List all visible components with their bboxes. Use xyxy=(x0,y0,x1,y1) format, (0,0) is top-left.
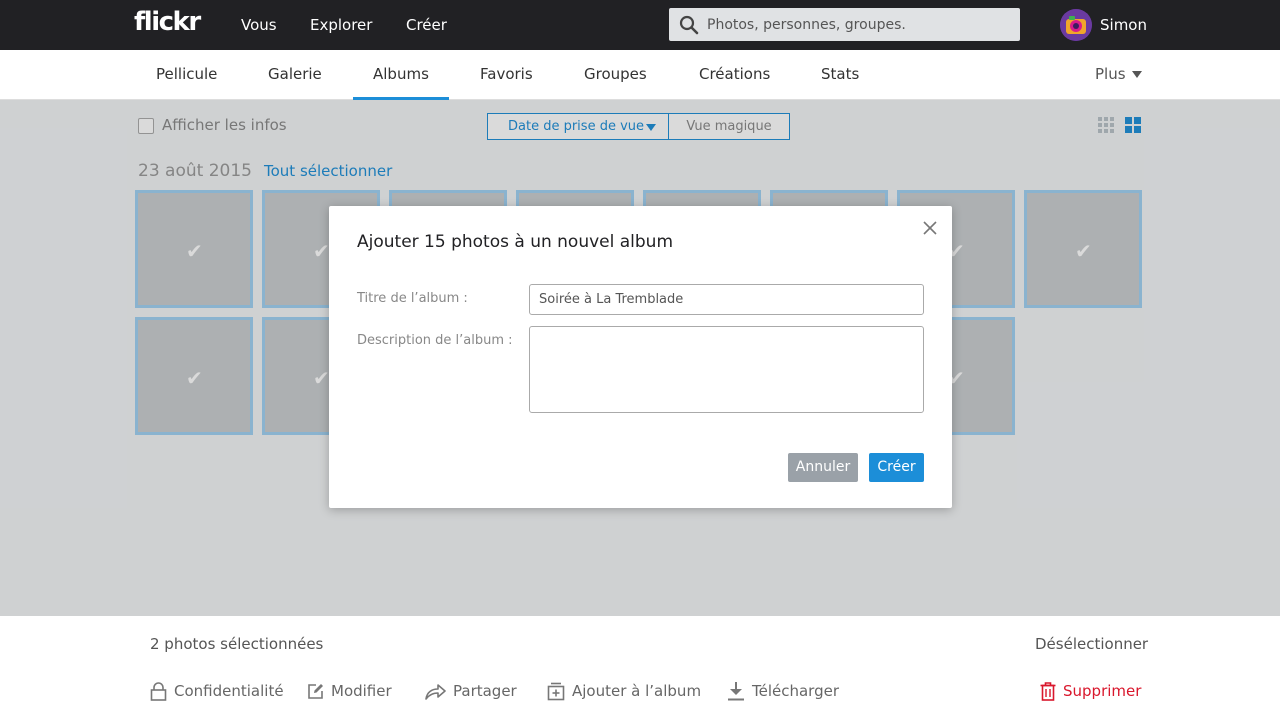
deselect-link[interactable]: Désélectionner xyxy=(1035,635,1148,653)
download-button[interactable]: Télécharger xyxy=(727,680,839,702)
flickr-logo[interactable]: flickr xyxy=(134,7,201,37)
add-to-album-button[interactable]: Ajouter à l’album xyxy=(547,680,701,702)
search-box[interactable] xyxy=(669,8,1020,41)
create-button[interactable]: Créer xyxy=(869,453,924,482)
search-icon xyxy=(679,15,699,35)
download-label: Télécharger xyxy=(752,682,840,700)
search-input[interactable] xyxy=(707,8,1012,41)
privacy-button[interactable]: Confidentialité xyxy=(150,680,284,702)
more-menu[interactable]: Plus xyxy=(1095,50,1142,99)
add-to-album-label: Ajouter à l’album xyxy=(572,682,702,700)
album-description-input[interactable] xyxy=(529,326,924,413)
tab-albums[interactable]: Albums xyxy=(353,50,449,100)
lock-icon xyxy=(150,681,167,701)
new-album-dialog: Ajouter 15 photos à un nouvel album Titr… xyxy=(329,206,952,508)
share-button[interactable]: Partager xyxy=(424,680,517,702)
caret-down-icon xyxy=(1131,71,1142,78)
delete-button[interactable]: Supprimer xyxy=(1040,680,1141,702)
close-icon[interactable] xyxy=(921,219,939,237)
share-label: Partager xyxy=(453,682,517,700)
dialog-title: Ajouter 15 photos à un nouvel album xyxy=(357,232,674,252)
trash-icon xyxy=(1040,681,1056,701)
nav-explorer[interactable]: Explorer xyxy=(310,0,372,50)
album-title-input[interactable] xyxy=(529,284,924,315)
more-label: Plus xyxy=(1095,65,1126,83)
privacy-label: Confidentialité xyxy=(174,682,284,700)
edit-icon xyxy=(308,683,323,699)
edit-label: Modifier xyxy=(331,682,392,700)
nav-vous[interactable]: Vous xyxy=(241,0,277,50)
delete-label: Supprimer xyxy=(1063,682,1142,700)
avatar[interactable] xyxy=(1060,9,1092,41)
tab-galerie[interactable]: Galerie xyxy=(268,50,322,100)
tab-creations[interactable]: Créations xyxy=(699,50,770,100)
tab-favoris[interactable]: Favoris xyxy=(480,50,533,100)
download-icon xyxy=(728,682,744,701)
edit-button[interactable]: Modifier xyxy=(307,680,392,702)
camera-avatar-icon xyxy=(1060,9,1092,41)
tab-pellicule[interactable]: Pellicule xyxy=(156,50,217,100)
tab-stats[interactable]: Stats xyxy=(821,50,859,100)
profile-subnav: Pellicule Galerie Albums Favoris Groupes… xyxy=(0,50,1280,100)
album-title-label: Titre de l’album : xyxy=(357,291,468,306)
user-name[interactable]: Simon xyxy=(1100,0,1147,50)
album-add-icon xyxy=(547,682,565,700)
share-icon xyxy=(425,684,446,700)
album-description-label: Description de l’album : xyxy=(357,333,513,348)
nav-creer[interactable]: Créer xyxy=(406,0,447,50)
cancel-button[interactable]: Annuler xyxy=(788,453,858,482)
selection-count: 2 photos sélectionnées xyxy=(150,635,324,653)
tab-groupes[interactable]: Groupes xyxy=(584,50,647,100)
selection-action-bar: 2 photos sélectionnées Désélectionner Co… xyxy=(0,616,1280,720)
top-bar: flickr Vous Explorer Créer Simon xyxy=(0,0,1280,50)
